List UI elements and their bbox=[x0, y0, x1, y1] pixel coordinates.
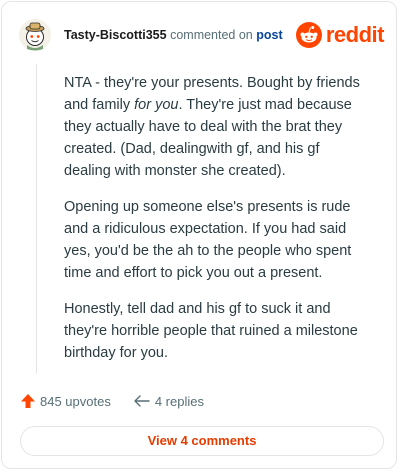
view-comments-button[interactable]: View 4 comments bbox=[20, 426, 384, 456]
emphasis-text: for you bbox=[134, 97, 179, 113]
upvote-count: 845 upvotes bbox=[40, 393, 111, 409]
comment-body: NTA - they're your presents. Bought by f… bbox=[64, 72, 370, 378]
comment-paragraph: Honestly, tell dad and his gf to suck it… bbox=[64, 301, 358, 361]
comment-footer: 845 upvotes 4 replies bbox=[20, 391, 204, 411]
comment-header: Tasty-Biscotti355 commented on post redd… bbox=[18, 18, 385, 52]
reply-arrow-icon bbox=[134, 395, 150, 407]
upvote-button[interactable]: 845 upvotes bbox=[20, 393, 111, 409]
reddit-logo[interactable]: reddit bbox=[295, 22, 385, 48]
avatar[interactable] bbox=[18, 18, 52, 52]
comment-paragraph: NTA - they're your presents. Bought by f… bbox=[64, 75, 360, 179]
action-text: commented on bbox=[170, 28, 253, 42]
comment-card: Tasty-Biscotti355 commented on post redd… bbox=[1, 1, 397, 469]
thread-line bbox=[36, 64, 37, 374]
reddit-snoo-icon bbox=[295, 22, 322, 48]
reply-count: 4 replies bbox=[154, 393, 204, 409]
byline: Tasty-Biscotti355 commented on post bbox=[64, 27, 283, 43]
upvote-arrow-icon bbox=[21, 394, 35, 408]
reddit-wordmark: reddit bbox=[325, 22, 385, 47]
comment-paragraph: Opening up someone else's presents is ru… bbox=[64, 199, 352, 281]
post-link[interactable]: post bbox=[256, 28, 282, 42]
replies-button[interactable]: 4 replies bbox=[133, 393, 204, 409]
username-link[interactable]: Tasty-Biscotti355 bbox=[64, 28, 167, 42]
